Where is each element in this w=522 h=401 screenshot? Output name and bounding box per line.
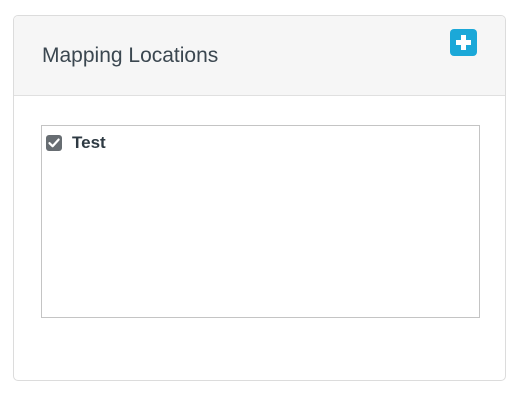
locations-list[interactable]: Test (41, 125, 480, 318)
checkmark-icon (48, 138, 60, 148)
mapping-locations-panel: Mapping Locations Test (13, 15, 506, 381)
panel-header: Mapping Locations (14, 16, 505, 96)
add-location-button[interactable] (450, 29, 477, 56)
list-item[interactable]: Test (46, 131, 106, 155)
panel-title: Mapping Locations (42, 44, 219, 67)
location-checkbox[interactable] (46, 135, 62, 151)
plus-icon (456, 35, 471, 50)
location-label: Test (72, 133, 106, 152)
